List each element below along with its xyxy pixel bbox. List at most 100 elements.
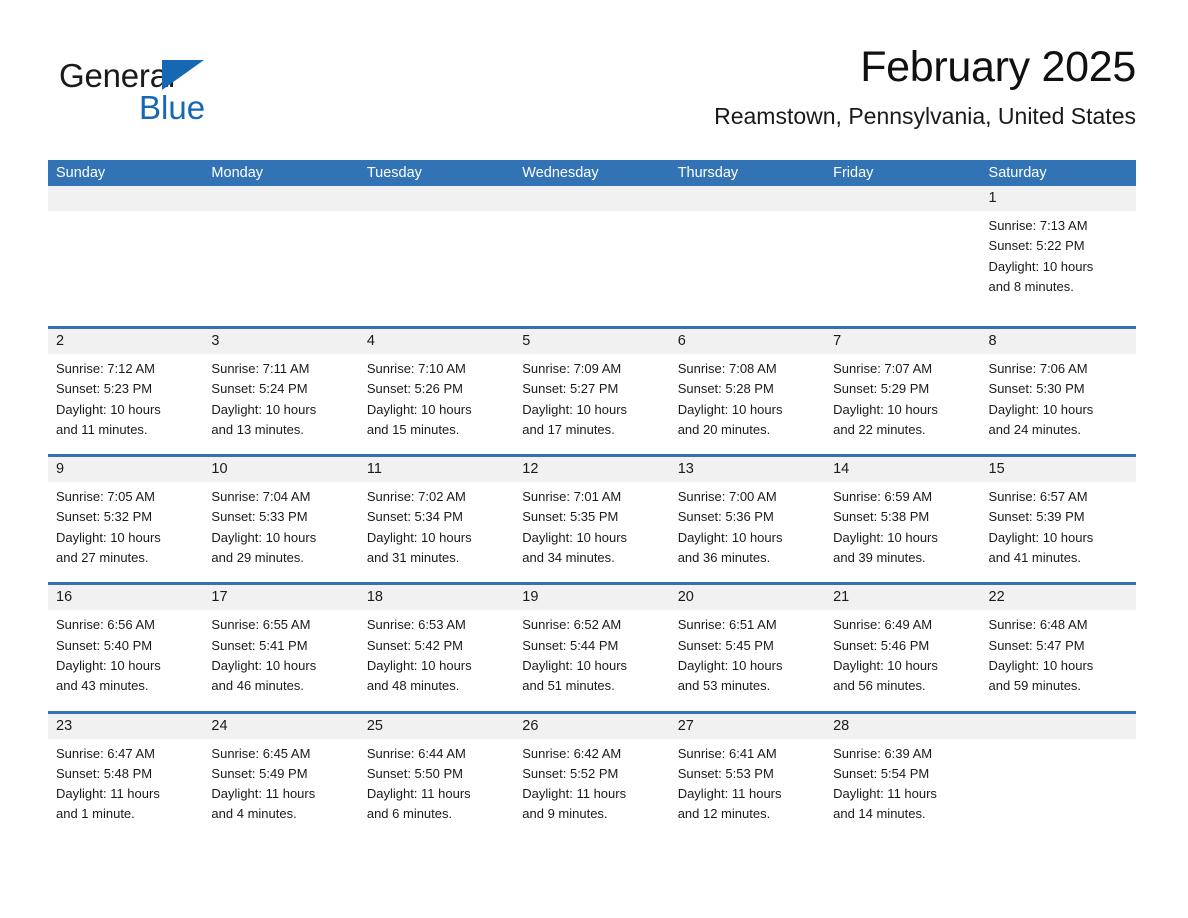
weekday-header-thursday: Thursday — [677, 165, 739, 181]
calendar-day-cell[interactable]: 25 Sunrise: 6:44 AM Sunset: 5:50 PM Dayligh… — [358, 713, 515, 839]
daylight-text-line2: and 59 minutes. — [988, 678, 1082, 694]
daylight-text-line2: and 20 minutes. — [677, 421, 771, 437]
daylight-text-line1: Daylight: 10 hours — [988, 657, 1094, 673]
daylight-text-line2: and 14 minutes. — [833, 806, 926, 822]
calendar-day-cell[interactable]: 10 Sunrise: 7:04 AM Sunset: 5:33 PM Dayligh… — [203, 457, 359, 583]
day-number — [203, 186, 359, 211]
sunrise-text: Sunrise: 7:09 AM — [522, 361, 622, 376]
sunset-text: Sunset: 5:27 PM — [522, 381, 619, 397]
day-details: Sunrise: 7:02 AM Sunset: 5:34 PM Daylight:… — [359, 482, 514, 568]
day-number: 7 — [825, 329, 981, 354]
calendar-day-cell[interactable]: 2 Sunrise: 7:12 AM Sunset: 5:23 PM Daylight… — [48, 329, 204, 455]
sunset-text: Sunset: 5:38 PM — [833, 509, 930, 525]
calendar-day-cell[interactable]: 9 Sunrise: 7:05 AM Sunset: 5:32 PM Daylight… — [48, 457, 204, 583]
calendar-day-cell[interactable]: 1 Sunrise: 7:13 AM Sunset: 5:22 PM Daylight… — [980, 186, 1136, 326]
sunset-text: Sunset: 5:35 PM — [522, 509, 619, 525]
calendar-day-cell[interactable]: 4 Sunrise: 7:10 AM Sunset: 5:26 PM Daylight… — [358, 329, 515, 455]
calendar-day-cell-empty — [980, 713, 1136, 839]
daylight-text-line1: Daylight: 10 hours — [366, 401, 472, 417]
sunrise-text: Sunrise: 7:08 AM — [677, 361, 777, 376]
calendar-day-cell-empty — [514, 186, 670, 326]
calendar-day-cell[interactable]: 3 Sunrise: 7:11 AM Sunset: 5:24 PM Daylight… — [203, 329, 359, 455]
sunrise-text: Sunrise: 6:59 AM — [833, 489, 933, 505]
day-number: 3 — [203, 329, 359, 354]
calendar-day-cell[interactable]: 26 Sunrise: 6:42 AM Sunset: 5:52 PM Dayligh… — [514, 713, 670, 839]
calendar-day-cell[interactable]: 24 Sunrise: 6:45 AM Sunset: 5:49 PM Dayligh… — [203, 713, 359, 839]
calendar-day-cell[interactable]: 15 Sunrise: 6:57 AM Sunset: 5:39 PM Dayligh… — [980, 457, 1136, 583]
calendar-day-cell[interactable]: 14 Sunrise: 6:59 AM Sunset: 5:38 PM Dayligh… — [825, 457, 981, 583]
sunrise-text: Sunrise: 6:52 AM — [522, 617, 622, 633]
calendar-day-cell[interactable]: 6 Sunrise: 7:08 AM Sunset: 5:28 PM Daylight… — [669, 329, 826, 455]
calendar-day-cell[interactable]: 12 Sunrise: 7:01 AM Sunset: 5:35 PM Dayligh… — [514, 457, 670, 583]
calendar-day-cell[interactable]: 7 Sunrise: 7:07 AM Sunset: 5:29 PM Daylight… — [825, 329, 981, 455]
sunset-text: Sunset: 5:46 PM — [833, 637, 930, 653]
daylight-text-line1: Daylight: 10 hours — [211, 657, 317, 673]
calendar-day-cell-empty — [48, 186, 204, 326]
calendar-day-cell[interactable]: 5 Sunrise: 7:09 AM Sunset: 5:27 PM Daylight… — [514, 329, 670, 455]
page-title: February 2025 — [860, 43, 1136, 91]
day-number: 14 — [825, 457, 981, 483]
daylight-text-line2: and 12 minutes. — [677, 806, 771, 822]
daylight-text-line2: and 24 minutes. — [988, 421, 1082, 437]
sunrise-text: Sunrise: 6:45 AM — [211, 745, 311, 761]
daylight-text-line2: and 39 minutes. — [833, 550, 926, 566]
calendar-day-cell[interactable]: 21 Sunrise: 6:49 AM Sunset: 5:46 PM Dayligh… — [825, 585, 981, 711]
daylight-text-line1: Daylight: 10 hours — [988, 529, 1094, 545]
sunset-text: Sunset: 5:22 PM — [988, 238, 1085, 254]
calendar-day-cell[interactable]: 17 Sunrise: 6:55 AM Sunset: 5:41 PM Dayligh… — [203, 585, 359, 711]
calendar-day-cell[interactable]: 18 Sunrise: 6:53 AM Sunset: 5:42 PM Dayligh… — [358, 585, 515, 711]
daylight-text-line1: Daylight: 10 hours — [988, 401, 1094, 417]
day-number: 16 — [48, 585, 204, 611]
triangle-icon — [162, 60, 204, 90]
calendar-day-cell[interactable]: 23 Sunrise: 6:47 AM Sunset: 5:48 PM Dayligh… — [48, 713, 204, 839]
day-details: Sunrise: 7:04 AM Sunset: 5:33 PM Daylight:… — [203, 482, 358, 568]
calendar-day-cell[interactable]: 22 Sunrise: 6:48 AM Sunset: 5:47 PM Dayligh… — [980, 585, 1136, 711]
calendar-day-cell[interactable]: 13 Sunrise: 7:00 AM Sunset: 5:36 PM Dayligh… — [669, 457, 826, 583]
day-number: 23 — [48, 713, 204, 739]
sunrise-text: Sunrise: 7:10 AM — [366, 361, 466, 376]
calendar-day-cell[interactable]: 11 Sunrise: 7:02 AM Sunset: 5:34 PM Dayligh… — [358, 457, 515, 583]
daylight-text-line1: Daylight: 10 hours — [833, 657, 938, 673]
sunrise-text: Sunrise: 6:47 AM — [56, 745, 155, 761]
calendar-day-cell[interactable]: 16 Sunrise: 6:56 AM Sunset: 5:40 PM Dayligh… — [48, 585, 204, 711]
sunset-text: Sunset: 5:41 PM — [211, 637, 308, 653]
sunset-text: Sunset: 5:30 PM — [988, 381, 1085, 397]
sunrise-text: Sunrise: 6:57 AM — [988, 489, 1088, 505]
daylight-text-line2: and 46 minutes. — [211, 678, 304, 694]
calendar-week-row: 1 Sunrise: 7:13 AM Sunset: 5:22 PM Daylight… — [48, 186, 1136, 326]
calendar-day-cell[interactable]: 8 Sunrise: 7:06 AM Sunset: 5:30 PM Daylight… — [980, 329, 1136, 455]
calendar-body: 1 Sunrise: 7:13 AM Sunset: 5:22 PM Daylight… — [48, 186, 1136, 839]
daylight-text-line1: Daylight: 10 hours — [366, 529, 472, 545]
day-details: Sunrise: 7:09 AM Sunset: 5:27 PM Daylight:… — [514, 354, 669, 440]
general-blue-logo[interactable]: General Blue — [59, 56, 259, 136]
day-number — [358, 186, 515, 211]
sunrise-text: Sunrise: 7:02 AM — [366, 489, 466, 505]
daylight-text-line2: and 53 minutes. — [677, 678, 771, 694]
calendar-day-cell[interactable]: 27 Sunrise: 6:41 AM Sunset: 5:53 PM Dayligh… — [669, 713, 826, 839]
calendar-page: General Blue February 2025 Reamstown, Pe… — [0, 0, 1188, 918]
daylight-text-line2: and 1 minute. — [56, 806, 135, 822]
day-details: Sunrise: 7:00 AM Sunset: 5:36 PM Daylight:… — [670, 482, 825, 568]
day-details: Sunrise: 7:07 AM Sunset: 5:29 PM Daylight:… — [825, 354, 980, 440]
day-number: 13 — [669, 457, 826, 483]
sunrise-text: Sunrise: 7:04 AM — [211, 489, 311, 505]
calendar-day-cell[interactable]: 19 Sunrise: 6:52 AM Sunset: 5:44 PM Dayligh… — [514, 585, 670, 711]
weekday-header-friday: Friday — [833, 165, 874, 181]
sunset-text: Sunset: 5:47 PM — [988, 637, 1085, 653]
sunset-text: Sunset: 5:45 PM — [677, 637, 774, 653]
sunrise-text: Sunrise: 6:55 AM — [211, 617, 311, 633]
daylight-text-line2: and 56 minutes. — [833, 678, 926, 694]
day-number: 2 — [48, 329, 204, 354]
calendar-day-cell[interactable]: 28 Sunrise: 6:39 AM Sunset: 5:54 PM Dayligh… — [825, 713, 981, 839]
sunset-text: Sunset: 5:32 PM — [56, 509, 153, 525]
daylight-text-line2: and 41 minutes. — [988, 550, 1082, 566]
day-number: 9 — [48, 457, 204, 483]
calendar-table: Sunday Monday Tuesday Wednesday Thursday Frid… — [48, 160, 1136, 839]
day-details: Sunrise: 6:57 AM Sunset: 5:39 PM Daylight:… — [981, 482, 1136, 568]
daylight-text-line1: Daylight: 11 hours — [522, 786, 627, 802]
weekday-header-saturday: Saturday — [988, 165, 1047, 181]
daylight-text-line1: Daylight: 11 hours — [56, 786, 160, 802]
sunset-text: Sunset: 5:49 PM — [211, 765, 308, 781]
calendar-day-cell[interactable]: 20 Sunrise: 6:51 AM Sunset: 5:45 PM Dayligh… — [669, 585, 826, 711]
daylight-text-line2: and 29 minutes. — [211, 550, 304, 566]
